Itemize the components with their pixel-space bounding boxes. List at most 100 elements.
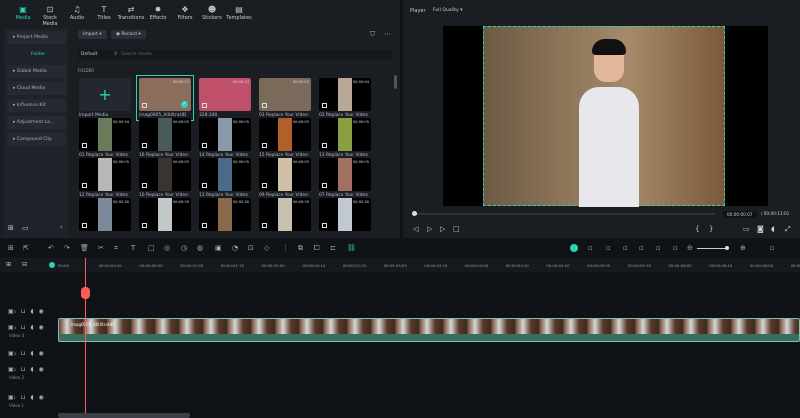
media-item[interactable]: 00:00:05 14 Replace Your Video bbox=[199, 118, 251, 158]
lock-icon[interactable]: ⊔ bbox=[21, 394, 26, 401]
media-item[interactable]: 00:00:05 16 Replace Your Video bbox=[139, 118, 191, 158]
zoom-in-icon[interactable]: ⊕ bbox=[740, 244, 746, 252]
progress-handle[interactable] bbox=[412, 211, 417, 216]
render-icon[interactable] bbox=[570, 244, 578, 252]
media-item[interactable]: 00:00:04 02 Replace Your Video bbox=[319, 78, 371, 118]
new-folder-icon[interactable]: ⊞ bbox=[8, 224, 14, 232]
media-item[interactable]: 00:00:05 15 Replace Your Video bbox=[259, 118, 311, 158]
mute-icon[interactable]: ◖ bbox=[30, 366, 33, 373]
snap-icon[interactable] bbox=[49, 262, 55, 268]
zoom-out-icon[interactable]: ⊖ bbox=[687, 244, 693, 252]
folder-icon[interactable]: ▭ bbox=[22, 224, 29, 232]
tab-stock-media[interactable]: ⊡ Stock Media bbox=[35, 5, 65, 27]
media-item[interactable]: 00:00:30 bbox=[259, 198, 311, 233]
media-item[interactable]: 00:00:13 ✓ imag0005_AllUltraHD bbox=[136, 75, 194, 121]
link-track-icon[interactable]: ⊟ bbox=[22, 261, 27, 268]
next-frame-icon[interactable]: ▷ bbox=[427, 225, 432, 233]
timeline-scrollbar[interactable] bbox=[58, 413, 190, 418]
sidebar-item[interactable]: ▸ Global Media bbox=[7, 65, 66, 78]
sidebar-item[interactable]: ▸ Influence Kit bbox=[7, 99, 66, 112]
marker-icon[interactable]: ▫ bbox=[588, 244, 593, 252]
lock-icon[interactable]: ⊔ bbox=[21, 308, 26, 315]
timer-icon[interactable]: ◔ bbox=[232, 244, 238, 252]
delete-icon[interactable]: 🗑 bbox=[80, 244, 89, 252]
tab-titles[interactable]: T Titles bbox=[89, 5, 119, 21]
eye-icon[interactable]: ◉ bbox=[39, 394, 44, 401]
zoom-handle[interactable] bbox=[725, 246, 729, 250]
tab-stickers[interactable]: ☻ Stickers bbox=[197, 5, 227, 21]
media-item[interactable]: 00:00:30 bbox=[79, 198, 131, 233]
speed-icon[interactable]: ◷ bbox=[181, 244, 187, 252]
media-item[interactable]: 00:00:05 10 Replace Your Video bbox=[139, 158, 191, 198]
mute-icon[interactable]: ◖ bbox=[30, 394, 33, 401]
lock-icon[interactable]: ⊔ bbox=[21, 324, 26, 331]
undo-icon[interactable]: ↶ bbox=[48, 244, 54, 252]
crop-icon[interactable]: ⌗ bbox=[114, 244, 118, 253]
lock-icon[interactable]: ⊔ bbox=[21, 366, 26, 373]
play-icon[interactable]: ▷ bbox=[440, 225, 445, 233]
playhead-handle[interactable] bbox=[81, 287, 90, 299]
sidebar-item[interactable]: Folder bbox=[7, 48, 66, 61]
media-item[interactable]: 00:00:05 13 Replace Your Video bbox=[319, 118, 371, 158]
audio-icon[interactable]: ⊏ bbox=[330, 244, 336, 252]
sidebar-item[interactable]: ▸ Cloud Media bbox=[7, 82, 66, 95]
media-item[interactable]: 00:00:34 01 Replace Your Video bbox=[79, 118, 131, 158]
redo-icon[interactable]: ↷ bbox=[64, 244, 70, 252]
mark-in-icon[interactable]: { bbox=[695, 225, 699, 233]
media-item[interactable]: 00:00:05 11 Replace Your Video bbox=[199, 158, 251, 198]
media-item[interactable]: 00:00:30 bbox=[319, 198, 371, 233]
cut-icon[interactable]: ✂ bbox=[98, 244, 104, 252]
mute-icon[interactable]: ◖ bbox=[30, 308, 33, 315]
tab-transitions[interactable]: ⇄ Transitions bbox=[116, 5, 146, 21]
playhead[interactable] bbox=[85, 258, 86, 418]
mic-icon[interactable]: ▫ bbox=[623, 244, 628, 252]
shape-icon[interactable]: □ bbox=[148, 244, 155, 252]
media-item[interactable]: 00:00:05 03 Replace Your Video bbox=[259, 78, 311, 118]
tab-effects[interactable]: ✸ Effects bbox=[143, 5, 173, 21]
audio-icon[interactable]: ◖ bbox=[771, 225, 775, 233]
eye-icon[interactable]: ◉ bbox=[39, 308, 44, 315]
stabilize-icon[interactable]: ⊡ bbox=[248, 244, 254, 252]
progress-track[interactable] bbox=[415, 213, 715, 215]
eye-icon[interactable]: ◉ bbox=[39, 350, 44, 357]
media-item[interactable]: 00:00:05 07 Replace Your Video bbox=[319, 158, 371, 198]
video-clip[interactable]: imag0005_AllUltraHD bbox=[58, 318, 800, 342]
more-icon[interactable]: ⋯ bbox=[384, 30, 391, 38]
copy-icon[interactable]: ⧠ bbox=[314, 244, 320, 253]
select-icon[interactable]: ⇱ bbox=[23, 244, 29, 252]
media-icon[interactable]: ▫ bbox=[673, 244, 678, 252]
media-item[interactable]: 00:00:05 09 Replace Your Video bbox=[259, 158, 311, 198]
fullscreen-icon[interactable]: ⤢ bbox=[785, 225, 791, 234]
import-button[interactable]: Import ▾ bbox=[78, 30, 107, 39]
sidebar-item[interactable]: ▸ Project Media bbox=[7, 31, 66, 44]
pip-icon[interactable]: ▫ bbox=[656, 244, 661, 252]
text-icon[interactable]: T bbox=[131, 244, 135, 252]
mute-icon[interactable]: ◖ bbox=[30, 350, 33, 357]
collapse-icon[interactable]: ‹ bbox=[60, 224, 62, 231]
quality-dropdown[interactable]: Full Quality ▾ bbox=[433, 8, 463, 13]
voice-icon[interactable]: ▫ bbox=[639, 244, 644, 252]
mask-icon[interactable]: ◇ bbox=[264, 244, 269, 252]
filter-icon[interactable]: ⛉ bbox=[370, 30, 375, 39]
stop-icon[interactable]: □ bbox=[453, 225, 460, 233]
media-item[interactable]: 00:00:30 bbox=[139, 198, 191, 233]
video-frame[interactable] bbox=[483, 26, 725, 207]
grid-icon[interactable]: ▫ bbox=[770, 244, 775, 252]
record-button[interactable]: ◉ Record ▾ bbox=[111, 30, 146, 39]
layout-icon[interactable]: ⊞ bbox=[8, 244, 14, 252]
snapshot-icon[interactable]: ◙ bbox=[757, 225, 764, 233]
split-icon[interactable]: ⋮ bbox=[282, 244, 289, 252]
add-track-icon[interactable]: ⊞ bbox=[6, 261, 11, 268]
tab-media[interactable]: ▣ Media bbox=[8, 5, 38, 21]
display-icon[interactable]: ▭ bbox=[743, 225, 750, 233]
mute-icon[interactable]: ◖ bbox=[30, 324, 33, 331]
eye-icon[interactable]: ◉ bbox=[39, 324, 44, 331]
link-icon[interactable]: ⛓ bbox=[347, 244, 356, 252]
group-icon[interactable]: ⧉ bbox=[298, 244, 303, 253]
sidebar-item[interactable]: ▸ Compound Clip bbox=[7, 133, 66, 146]
sidebar-item[interactable]: ▸ Adjustment La... bbox=[7, 116, 66, 129]
tab-templates[interactable]: ▤ Templates bbox=[224, 5, 254, 21]
freeze-icon[interactable]: ▣ bbox=[215, 244, 222, 252]
color-icon[interactable]: ◎ bbox=[164, 244, 170, 252]
zoom-slider[interactable] bbox=[697, 248, 727, 249]
